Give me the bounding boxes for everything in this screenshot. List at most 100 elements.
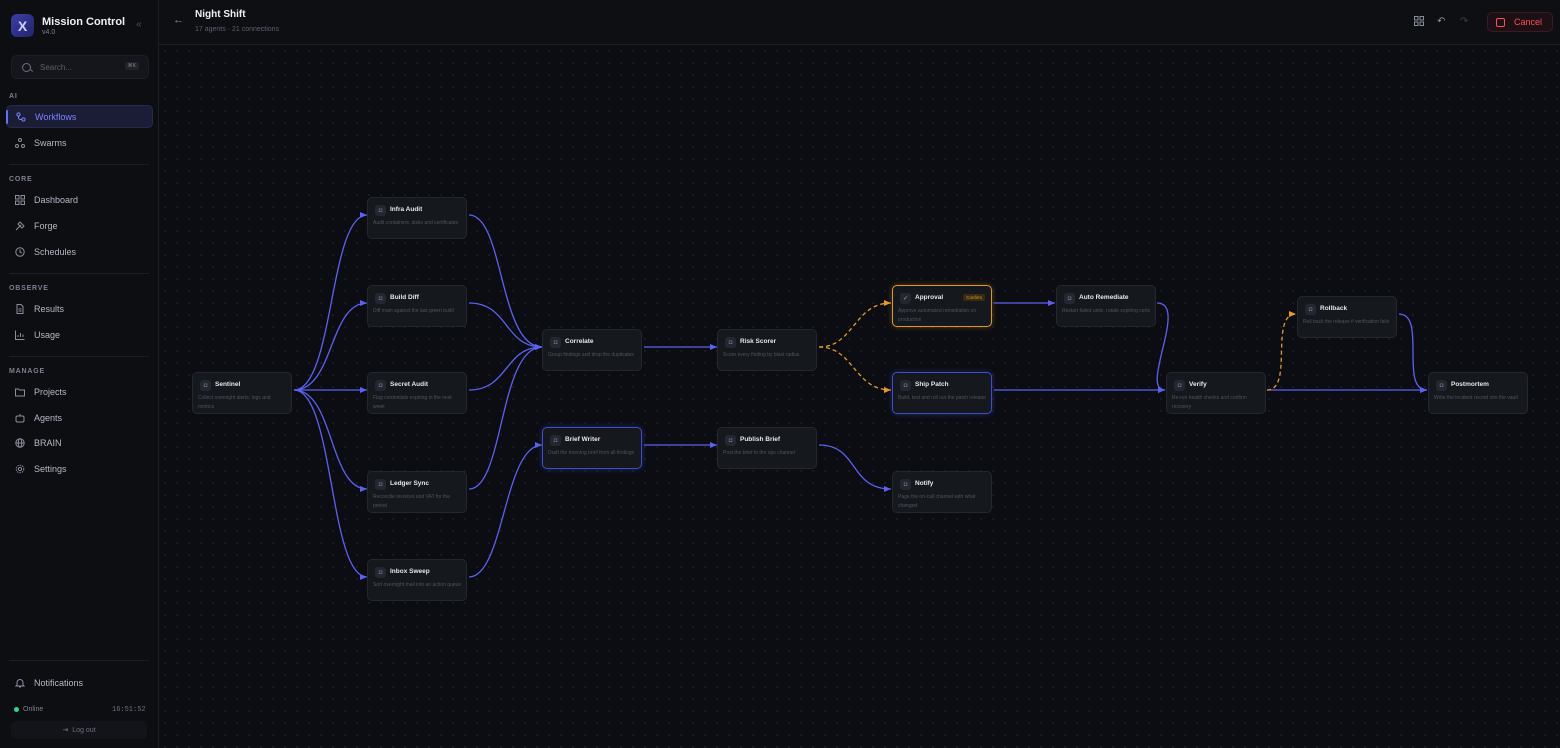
node-description: Approve automated remediation on product…	[898, 308, 977, 323]
bot-icon: ◘	[900, 380, 911, 391]
node-title: Brief Writer	[565, 436, 601, 443]
sidebar-item-label: Notifications	[34, 677, 84, 688]
node-build-diff[interactable]: ◘ Build Diff Diff main against the last …	[367, 285, 467, 327]
node-title: Ship Patch	[915, 381, 949, 388]
edge	[468, 344, 543, 490]
sidebar-item-label: Projects	[34, 386, 67, 397]
undo-icon[interactable]: ↶	[1437, 16, 1445, 27]
node-ship-patch[interactable]: ◘ Ship Patch Build, test and roll out th…	[892, 372, 992, 414]
edge	[468, 302, 543, 350]
node-ledger-sync[interactable]: ◘ Ledger Sync Reconcile invoices and VAT…	[367, 471, 467, 513]
node-rollback[interactable]: ◘ Rollback Roll back the release if veri…	[1297, 296, 1397, 338]
node-description: Re-run health checks and confirm recover…	[1172, 395, 1247, 410]
connection-status: Online	[14, 706, 43, 713]
node-title: Build Diff	[390, 294, 419, 301]
sidebar-item-label: Dashboard	[34, 194, 79, 205]
logout-button[interactable]: ⇥ Log out	[11, 721, 147, 739]
bot-icon: ◘	[375, 205, 386, 216]
user-check-icon: ✓	[900, 293, 911, 304]
sidebar-item-settings[interactable]: Settings	[6, 457, 153, 480]
app-name: Mission Control	[42, 16, 126, 28]
edge	[293, 300, 368, 391]
node-description: Sort overnight mail into an action queue	[373, 582, 462, 588]
node-description: Page the on-call channel with what chang…	[898, 494, 976, 509]
sidebar-item-label: Schedules	[34, 246, 77, 257]
node-sentinel[interactable]: ◘ Sentinel Collect overnight alerts, log…	[192, 372, 292, 414]
node-risk-scorer[interactable]: ◘ Risk Scorer Score every finding by bla…	[717, 329, 817, 371]
sidebar-item-usage[interactable]: Usage	[6, 323, 153, 346]
node-title: Auto Remediate	[1079, 294, 1129, 301]
node-publish-brief[interactable]: ◘ Publish Brief Post the brief to the op…	[717, 427, 817, 469]
workflow-header: ← Night Shift 17 agents · 21 connections…	[159, 0, 1560, 45]
sidebar-item-forge[interactable]: Forge	[6, 214, 153, 237]
brand[interactable]: X Mission Control v4.0	[11, 12, 125, 37]
globe-icon	[15, 437, 25, 448]
node-secret-audit[interactable]: ◘ Secret Audit Flag credentials expiring…	[367, 372, 467, 414]
document-icon	[15, 303, 25, 314]
node-approval[interactable]: ✓ Approval Confirm Approve automated rem…	[892, 285, 992, 327]
sidebar-item-dashboard[interactable]: Dashboard	[6, 188, 153, 211]
bot-icon: ◘	[1436, 380, 1447, 391]
node-title: Correlate	[565, 338, 594, 345]
section-label-ai: AI	[9, 93, 18, 100]
bot-icon: ◘	[375, 479, 386, 490]
node-description: Restart failed units, rotate expiring ce…	[1062, 308, 1151, 314]
bot-icon	[15, 413, 25, 423]
sidebar-item-label: Forge	[34, 220, 58, 231]
edge	[293, 212, 368, 391]
bot-icon: ◘	[900, 479, 911, 490]
search-input[interactable]: Search... ⌘K	[11, 55, 149, 79]
sidebar-item-notifications[interactable]: Notifications	[6, 671, 153, 694]
bot-icon: ◘	[550, 337, 561, 348]
layout-grid-icon[interactable]	[1414, 16, 1424, 29]
node-inbox-sweep[interactable]: ◘ Inbox Sweep Sort overnight mail into a…	[367, 559, 467, 601]
sidebar-item-results[interactable]: Results	[6, 297, 153, 320]
sidebar-item-workflows[interactable]: Workflows	[6, 105, 153, 128]
sidebar-item-label: Workflows	[35, 111, 77, 122]
node-title: Risk Scorer	[740, 338, 777, 345]
workflow-canvas[interactable]: ◘ Sentinel Collect overnight alerts, log…	[159, 45, 1560, 748]
edge	[293, 389, 368, 580]
edge-conditional	[818, 346, 892, 393]
edge	[468, 214, 543, 350]
cancel-button[interactable]: Cancel	[1487, 12, 1553, 32]
node-title: Publish Brief	[740, 436, 781, 443]
online-indicator	[14, 707, 19, 712]
search-placeholder: Search...	[40, 62, 73, 72]
sidebar-item-label: Results	[34, 303, 65, 314]
sidebar-item-agents[interactable]: Agents	[6, 406, 153, 429]
bot-icon: ◘	[200, 380, 211, 391]
node-description: Draft the morning brief from all finding…	[548, 450, 635, 456]
node-title: Infra Audit	[390, 206, 423, 213]
collapse-sidebar-icon[interactable]: «	[136, 19, 142, 30]
sidebar-item-brain[interactable]: BRAIN	[6, 431, 153, 454]
bell-icon	[15, 678, 25, 688]
node-description: Write the incident record into the vault	[1434, 395, 1518, 401]
node-correlate[interactable]: ◘ Correlate Group findings and drop the …	[542, 329, 642, 371]
cancel-label: Cancel	[1514, 17, 1543, 27]
hammer-icon	[15, 220, 25, 231]
bot-icon: ◘	[1064, 293, 1075, 304]
back-arrow-icon[interactable]: ←	[173, 14, 184, 26]
sidebar-item-projects[interactable]: Projects	[6, 380, 153, 403]
node-title: Ledger Sync	[390, 480, 430, 487]
node-title: Notify	[915, 480, 934, 487]
search-shortcut: ⌘K	[124, 62, 139, 70]
node-auto-remediate[interactable]: ◘ Auto Remediate Restart failed units, r…	[1056, 285, 1156, 327]
section-label-manage: MANAGE	[9, 368, 45, 375]
bot-icon: ◘	[375, 567, 386, 578]
app-logo: X	[11, 14, 34, 37]
sidebar-item-swarms[interactable]: Swarms	[6, 131, 153, 154]
node-postmortem[interactable]: ◘ Postmortem Write the incident record i…	[1428, 372, 1528, 414]
node-verify[interactable]: ◘ Verify Re-run health checks and confir…	[1166, 372, 1266, 414]
node-infra-audit[interactable]: ◘ Infra Audit Audit containers, disks an…	[367, 197, 467, 239]
edge	[468, 442, 543, 578]
workflow-icon	[16, 111, 26, 122]
sidebar-item-schedules[interactable]: Schedules	[6, 240, 153, 263]
node-notify[interactable]: ◘ Notify Page the on-call channel with w…	[892, 471, 992, 513]
node-brief-writer[interactable]: ◘ Brief Writer Draft the morning brief f…	[542, 427, 642, 469]
sidebar-item-label: Agents	[34, 412, 63, 423]
redo-icon[interactable]: ↷	[1460, 16, 1468, 27]
node-title: Postmortem	[1451, 381, 1489, 388]
section-label-observe: OBSERVE	[9, 285, 49, 292]
